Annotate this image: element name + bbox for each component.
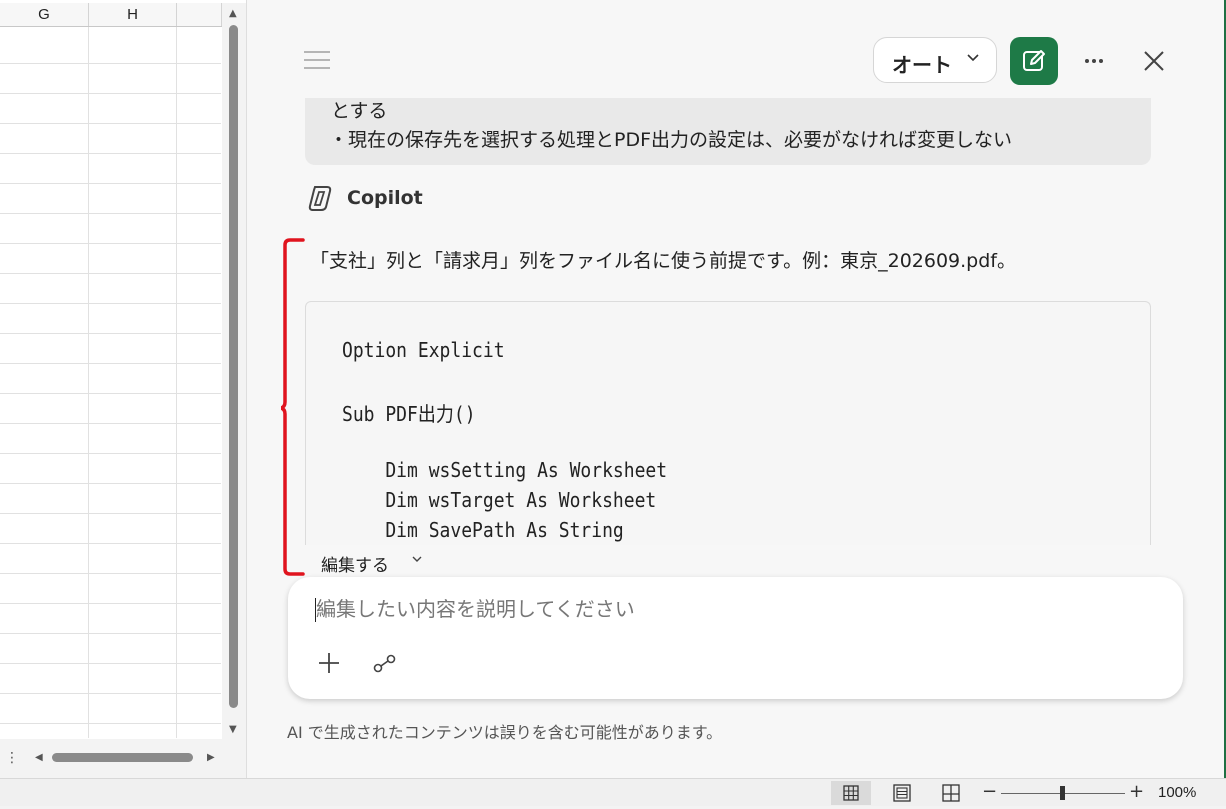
- gridline: [0, 183, 221, 184]
- status-bar: − + 100%: [0, 778, 1226, 806]
- code-line: Dim wsSetting As Worksheet: [342, 458, 668, 482]
- scroll-right-icon[interactable]: ▶: [207, 752, 215, 763]
- gridline: [0, 153, 221, 154]
- assistant-name: Copilot: [347, 187, 423, 209]
- gridline: [0, 453, 221, 454]
- scroll-left-icon[interactable]: ◀: [35, 752, 43, 763]
- zoom-slider-thumb[interactable]: [1060, 786, 1065, 800]
- add-attachment-button[interactable]: [316, 650, 342, 676]
- new-chat-button[interactable]: [1010, 37, 1058, 85]
- code-line: Sub PDF出力(): [342, 402, 476, 426]
- scroll-down-icon[interactable]: ▼: [229, 724, 237, 735]
- gridline: [0, 693, 221, 694]
- user-message-line: とする: [331, 100, 388, 122]
- mode-label: オート: [892, 53, 952, 77]
- grid-view-icon: [843, 785, 859, 801]
- references-button[interactable]: [372, 651, 398, 675]
- user-message-bubble: とする ・現在の保存先を選択する処理とPDF出力の設定は、必要がなければ変更しな…: [305, 98, 1151, 165]
- normal-view-button[interactable]: [831, 781, 871, 805]
- link-icon: [373, 654, 396, 673]
- close-button[interactable]: [1140, 47, 1168, 75]
- prompt-composer: [288, 577, 1183, 699]
- gridline: [0, 213, 221, 214]
- gridline: [0, 423, 221, 424]
- prompt-input[interactable]: [314, 591, 1158, 627]
- ai-disclaimer: AI で生成されたコンテンツは誤りを含む可能性があります。: [287, 723, 723, 742]
- zoom-level[interactable]: 100%: [1158, 784, 1196, 801]
- vertical-scroll-thumb[interactable]: [229, 25, 238, 708]
- gridline: [0, 663, 221, 664]
- code-line: Option Explicit: [342, 338, 505, 362]
- menu-icon[interactable]: [304, 49, 330, 71]
- edit-dropdown-label[interactable]: 編集する: [321, 551, 389, 576]
- page-break-view-button[interactable]: [931, 781, 971, 805]
- gridline: [0, 93, 221, 94]
- code-line: Dim SavePath As String: [342, 518, 624, 542]
- gridline: [0, 633, 221, 634]
- zoom-in-button[interactable]: +: [1129, 781, 1144, 802]
- chevron-down-icon: [966, 50, 980, 68]
- gridline: [0, 393, 221, 394]
- gridline: [0, 63, 221, 64]
- vertical-scrollbar[interactable]: ▲ ▼: [222, 3, 246, 739]
- gridline: [176, 27, 177, 738]
- page-layout-view-button[interactable]: [882, 781, 922, 805]
- copilot-logo-icon: [305, 183, 335, 213]
- code-line: Dim wsTarget As Worksheet: [342, 488, 657, 512]
- gridline: [0, 273, 221, 274]
- page-layout-icon: [893, 784, 911, 802]
- user-message-line: ・現在の保存先を選択する処理とPDF出力の設定は、必要がなければ変更しない: [329, 129, 1013, 151]
- cell-grid[interactable]: [0, 27, 221, 738]
- mode-dropdown[interactable]: オート: [873, 37, 997, 83]
- spreadsheet-area: G H ▲ ▼ ⋮ ◀ ▶: [0, 0, 246, 778]
- column-header-g[interactable]: G: [0, 3, 89, 26]
- horizontal-scrollbar[interactable]: ⋮ ◀ ▶: [0, 739, 246, 778]
- more-options-button[interactable]: [1077, 46, 1111, 76]
- close-icon: [1144, 51, 1164, 71]
- gridline: [0, 513, 221, 514]
- annotation-bracket: [281, 238, 305, 576]
- gridline: [0, 123, 221, 124]
- ellipsis-icon: [1085, 59, 1103, 63]
- column-header-row: G H: [0, 3, 222, 27]
- gridline: [0, 333, 221, 334]
- gridline: [0, 243, 221, 244]
- page-break-icon: [942, 784, 960, 802]
- chevron-down-icon[interactable]: [411, 553, 423, 569]
- gridline: [0, 723, 221, 724]
- column-header-next[interactable]: [177, 3, 222, 26]
- zoom-out-button[interactable]: −: [982, 781, 997, 802]
- gridline: [0, 543, 221, 544]
- gridline: [0, 303, 221, 304]
- gridline: [0, 603, 221, 604]
- code-block[interactable]: Option Explicit Sub PDF出力() Dim wsSettin…: [305, 301, 1151, 545]
- gridline: [0, 573, 221, 574]
- gridline: [0, 483, 221, 484]
- plus-icon: [319, 653, 339, 673]
- gridline: [0, 363, 221, 364]
- column-header-h[interactable]: H: [89, 3, 177, 26]
- assistant-response-text: 「支社」列と「請求月」列をファイル名に使う前提です。例：東京_202609.pd…: [310, 250, 1016, 272]
- horizontal-scroll-thumb[interactable]: [52, 753, 193, 762]
- scroll-up-icon[interactable]: ▲: [229, 8, 237, 19]
- sheet-options-icon[interactable]: ⋮: [5, 750, 19, 766]
- compose-icon: [1023, 50, 1045, 71]
- copilot-pane: オート とする ・現在の保存先を選択する処理とPDF出力の設定は、必要がなければ…: [247, 0, 1226, 778]
- gridline: [88, 27, 89, 738]
